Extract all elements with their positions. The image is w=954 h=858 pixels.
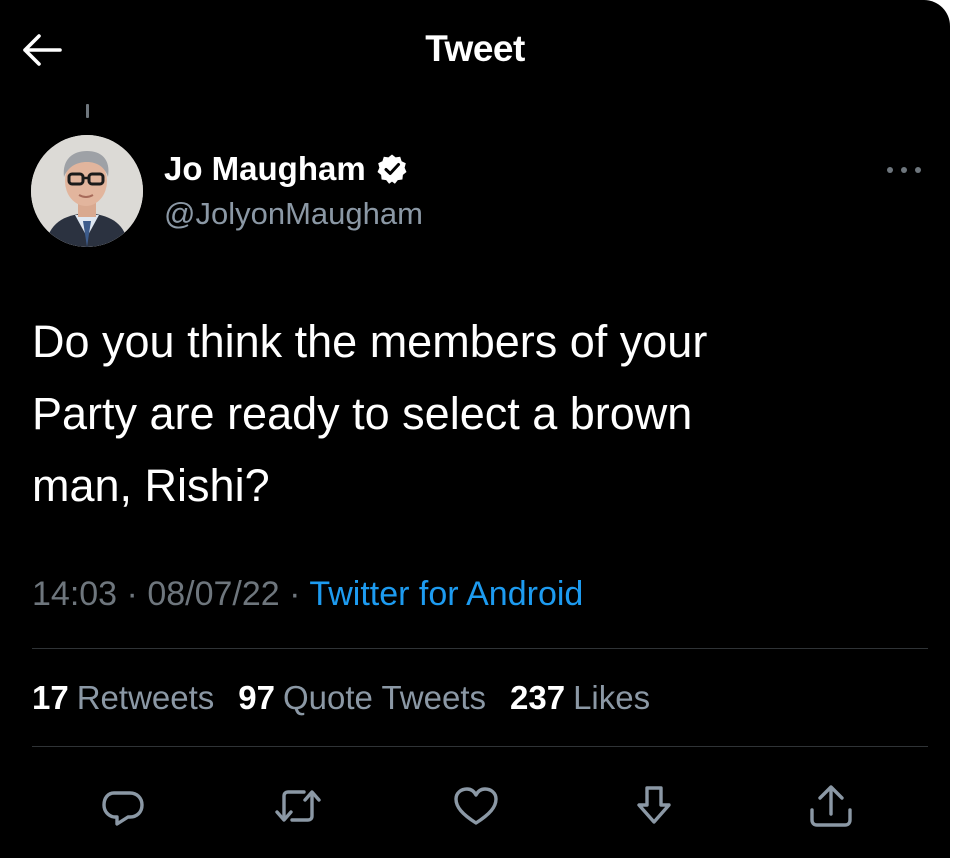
author-name: Jo Maugham	[164, 150, 366, 187]
share-button[interactable]	[803, 778, 859, 834]
verified-badge-icon	[376, 153, 408, 185]
quote-tweets-stat[interactable]: 97 Quote Tweets	[238, 679, 486, 717]
share-icon	[810, 785, 852, 827]
like-button[interactable]	[448, 778, 504, 834]
thread-connector-line	[86, 104, 89, 118]
more-options-button[interactable]	[878, 152, 930, 188]
divider	[32, 648, 928, 649]
tweet-date: 08/07/22	[147, 575, 280, 613]
retweets-label: Retweets	[76, 679, 215, 716]
retweets-count: 17	[32, 679, 69, 716]
header: Tweet	[0, 0, 950, 100]
tweet-screen: Tweet Jo Maugham @JolyonMaugham Do you t…	[0, 0, 950, 858]
page-title: Tweet	[425, 28, 525, 69]
retweets-stat[interactable]: 17 Retweets	[32, 679, 214, 717]
likes-stat[interactable]: 237 Likes	[510, 679, 650, 717]
avatar[interactable]	[31, 135, 143, 247]
author-handle[interactable]: @JolyonMaugham	[164, 196, 423, 232]
author-name-row[interactable]: Jo Maugham	[164, 150, 408, 188]
tweet-meta: 14:03 · 08/07/22 · Twitter for Android	[32, 575, 583, 614]
retweet-icon	[275, 790, 321, 822]
avatar-image	[31, 135, 143, 247]
reply-button[interactable]	[95, 778, 151, 834]
tweet-time: 14:03	[32, 575, 118, 613]
quotes-label: Quote Tweets	[283, 679, 487, 716]
meta-separator: ·	[289, 575, 301, 613]
more-horizontal-icon	[887, 167, 921, 173]
retweet-button[interactable]	[270, 778, 326, 834]
divider	[32, 746, 928, 747]
tweet-stats: 17 Retweets 97 Quote Tweets 237 Likes	[32, 679, 674, 717]
tweet-source-link[interactable]: Twitter for Android	[309, 575, 583, 613]
bookmark-button[interactable]	[626, 778, 682, 834]
quotes-count: 97	[238, 679, 275, 716]
tweet-text: Do you think the members of your Party a…	[32, 316, 708, 511]
download-arrow-icon	[637, 786, 671, 824]
likes-label: Likes	[573, 679, 651, 716]
likes-count: 237	[510, 679, 566, 716]
action-bar	[0, 778, 950, 834]
heart-icon	[454, 787, 498, 825]
reply-icon	[102, 791, 144, 826]
meta-separator: ·	[126, 575, 138, 613]
